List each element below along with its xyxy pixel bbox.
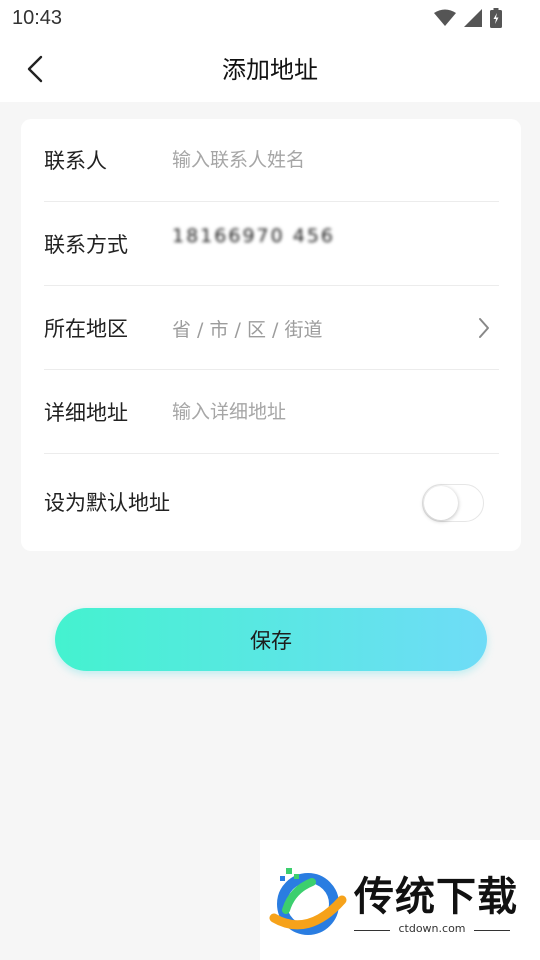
region-label: 所在地区 bbox=[44, 317, 128, 341]
address-label: 详细地址 bbox=[44, 401, 128, 425]
address-row: 详细地址 bbox=[21, 371, 521, 455]
divider bbox=[474, 930, 510, 931]
page-title: 添加地址 bbox=[222, 56, 318, 84]
status-time: 10:43 bbox=[12, 7, 63, 29]
address-form-card: 联系人 联系方式 18166970 456 所在地区 省 / 市 / 区 / 街… bbox=[21, 119, 521, 551]
phone-input[interactable]: 18166970 456 bbox=[172, 225, 472, 259]
address-detail-input[interactable] bbox=[172, 395, 472, 429]
phone-label: 联系方式 bbox=[44, 233, 128, 257]
status-icons bbox=[434, 7, 502, 29]
app-header: 添加地址 bbox=[0, 36, 540, 102]
region-value: 省 / 市 / 区 / 街道 bbox=[172, 319, 323, 341]
watermark: 传统下载 ctdown.com bbox=[260, 840, 540, 960]
chevron-right-icon bbox=[479, 318, 489, 338]
divider bbox=[44, 201, 499, 202]
battery-icon bbox=[490, 8, 502, 28]
contact-row: 联系人 bbox=[21, 119, 521, 203]
cell-signal-icon bbox=[464, 9, 482, 27]
toggle-knob bbox=[424, 486, 458, 520]
watermark-url: ctdown.com bbox=[398, 922, 466, 935]
status-bar: 10:43 bbox=[0, 0, 540, 36]
divider bbox=[44, 453, 499, 454]
region-selector[interactable]: 所在地区 省 / 市 / 区 / 街道 bbox=[21, 287, 521, 371]
wifi-icon bbox=[434, 9, 456, 26]
contact-label: 联系人 bbox=[44, 149, 107, 173]
phone-row: 联系方式 18166970 456 bbox=[21, 203, 521, 287]
contact-name-input[interactable] bbox=[172, 143, 472, 177]
divider bbox=[44, 369, 499, 370]
watermark-logo bbox=[269, 868, 347, 935]
default-address-label: 设为默认地址 bbox=[44, 491, 170, 515]
divider bbox=[44, 285, 499, 286]
default-address-toggle[interactable] bbox=[422, 484, 484, 522]
save-button[interactable]: 保存 bbox=[55, 608, 487, 671]
watermark-text: 传统下载 bbox=[354, 874, 518, 920]
